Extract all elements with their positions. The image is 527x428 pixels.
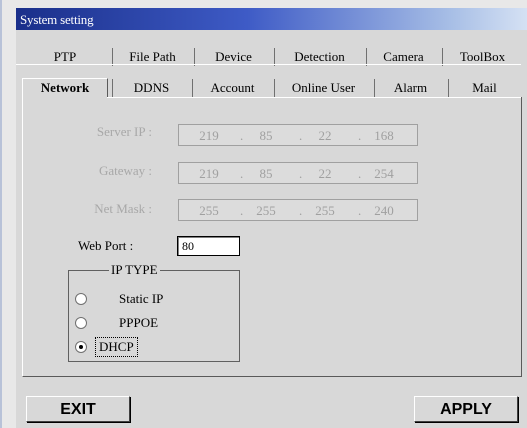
ip-type-group: IP TYPE Static IP PPPOE DHCP	[68, 262, 240, 362]
net-mask-label: Net Mask :	[94, 201, 152, 216]
gateway-octet-3: 22	[318, 166, 332, 181]
radio-label: DHCP	[95, 337, 138, 357]
server-ip-field[interactable]: 219 . 85 . 22 . 168	[178, 124, 418, 146]
ip-type-legend: IP TYPE	[109, 262, 160, 278]
tab-alarm[interactable]: Alarm	[374, 79, 446, 97]
tab-online-user[interactable]: Online User	[274, 79, 372, 97]
server-ip-octet-2: 85	[259, 128, 273, 143]
octet-separator: .	[299, 203, 303, 218]
gateway-octet-2: 85	[259, 166, 273, 181]
radio-label: PPPOE	[119, 315, 159, 330]
net-mask-field[interactable]: 255 . 255 . 255 . 240	[178, 199, 418, 221]
octet-separator: .	[358, 203, 362, 218]
net-mask-octet-3: 255	[315, 203, 335, 218]
octet-separator: .	[240, 166, 244, 181]
window-title: System setting	[20, 12, 94, 27]
net-mask-octet-1: 255	[199, 203, 219, 218]
server-ip-octet-3: 22	[318, 128, 332, 143]
server-ip-octet-4: 168	[374, 128, 394, 143]
octet-separator: .	[358, 128, 362, 143]
net-mask-octet-4: 240	[374, 203, 394, 218]
octet-separator: .	[240, 128, 244, 143]
tab-network[interactable]: Network	[22, 78, 108, 98]
net-mask-octet-2: 255	[256, 203, 276, 218]
title-bar: System setting	[16, 8, 527, 30]
radio-button[interactable]	[75, 317, 87, 329]
radio-button-checked[interactable]	[75, 341, 87, 353]
gateway-octet-4: 254	[374, 166, 394, 181]
web-port-input[interactable]	[177, 236, 240, 256]
octet-separator: .	[358, 166, 362, 181]
web-port-label: Web Port :	[78, 238, 134, 253]
gateway-label: Gateway :	[98, 163, 152, 178]
octet-separator: .	[240, 203, 244, 218]
tab-ddns[interactable]: DDNS	[112, 79, 190, 97]
gateway-field[interactable]: 219 . 85 . 22 . 254	[178, 162, 418, 184]
server-ip-label: Server IP :	[96, 124, 152, 139]
system-setting-window: System setting PTP File Path Device Dete…	[0, 0, 527, 428]
octet-separator: .	[299, 166, 303, 181]
radio-label: Static IP	[119, 291, 164, 306]
tab-row-divider	[16, 64, 521, 65]
apply-button[interactable]: APPLY	[414, 396, 518, 422]
tab-mail[interactable]: Mail	[448, 79, 520, 97]
exit-button[interactable]: EXIT	[26, 396, 130, 422]
octet-separator: .	[299, 128, 303, 143]
server-ip-octet-1: 219	[199, 128, 219, 143]
gateway-octet-1: 219	[199, 166, 219, 181]
tab-account[interactable]: Account	[192, 79, 272, 97]
radio-button[interactable]	[75, 293, 87, 305]
